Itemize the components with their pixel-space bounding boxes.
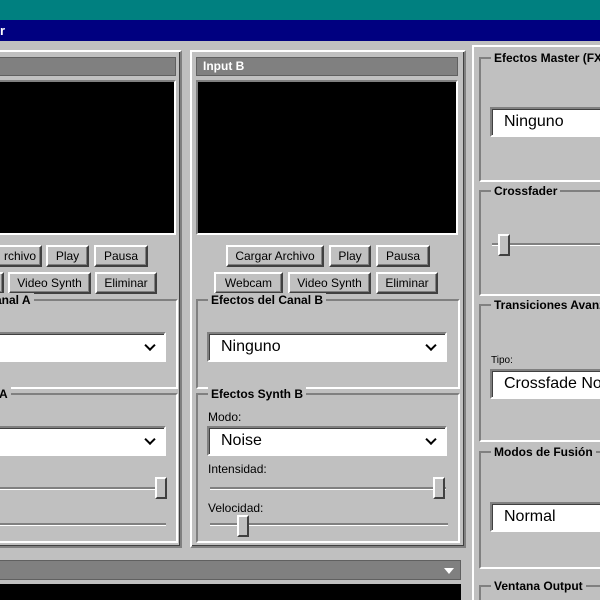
input-a-synth-title: A	[0, 387, 11, 401]
input-b-load-file-button[interactable]: Cargar Archivo	[226, 245, 324, 267]
chevron-down-icon	[425, 339, 437, 352]
chevron-down-icon	[144, 433, 156, 446]
input-b-play-button[interactable]: Play	[329, 245, 371, 267]
input-b-pause-button[interactable]: Pausa	[376, 245, 430, 267]
blend-mode-value: Normal	[504, 508, 556, 525]
window-title: r	[0, 23, 6, 38]
desktop-background	[0, 0, 600, 20]
master-fx-select[interactable]: Ninguno	[490, 107, 600, 137]
input-a-speed-track[interactable]	[0, 523, 166, 526]
transition-type-label: Tipo:	[491, 355, 513, 366]
input-b-mode-label: Modo:	[208, 410, 242, 424]
bottom-preview	[0, 584, 461, 600]
output-window-group: Ventana Output	[479, 579, 600, 600]
transitions-title: Transiciones Avanza	[491, 298, 600, 312]
input-b-intensity-track	[210, 487, 446, 490]
output-window-title: Ventana Output	[491, 579, 586, 593]
input-a-effects-title: anal A	[0, 293, 34, 307]
crossfader-title: Crossfader	[491, 184, 561, 198]
chevron-down-icon	[144, 339, 156, 352]
input-a-video-synth-button[interactable]: Video Synth	[8, 272, 91, 294]
window-title-bar: r	[0, 20, 600, 41]
input-a-header	[0, 57, 176, 76]
input-b-mode-select[interactable]: Noise	[207, 426, 447, 456]
input-b-remove-button[interactable]: Eliminar	[376, 272, 438, 294]
input-a-play-button[interactable]: Play	[46, 245, 89, 267]
chevron-down-icon	[425, 433, 437, 446]
bottom-dropdown-bar[interactable]	[0, 560, 461, 580]
input-a-intensity-slider-thumb[interactable]	[154, 477, 167, 499]
input-a-preview	[0, 80, 176, 235]
transition-type-value: Crossfade No	[504, 375, 600, 392]
input-b-header: Input B	[196, 57, 458, 76]
input-b-preview	[196, 80, 458, 235]
input-b-speed-slider-thumb[interactable]	[237, 515, 250, 537]
input-b-effects-select[interactable]: Ninguno	[207, 332, 447, 362]
master-fx-title: Efectos Master (FX)	[491, 51, 600, 65]
input-b-effects-title: Efectos del Canal B	[208, 293, 327, 307]
input-a-webcam-button[interactable]	[0, 272, 4, 294]
input-b-intensity-label: Intensidad:	[208, 462, 267, 476]
input-a-synth-group: A	[0, 387, 178, 543]
input-a-remove-button[interactable]: Eliminar	[95, 272, 157, 294]
crossfader-slider-thumb[interactable]	[497, 234, 510, 256]
input-b-mode-value: Noise	[221, 432, 262, 449]
input-a-effects-select[interactable]	[0, 332, 166, 362]
master-fx-value: Ninguno	[504, 113, 564, 130]
triangle-down-icon	[444, 568, 454, 574]
input-a-load-file-button[interactable]: rchivo	[0, 245, 42, 267]
input-b-speed-label: Velocidad:	[208, 501, 264, 515]
input-b-video-synth-button[interactable]: Video Synth	[288, 272, 371, 294]
input-b-webcam-button[interactable]: Webcam	[214, 272, 283, 294]
input-a-pause-button[interactable]: Pausa	[94, 245, 148, 267]
transition-type-select[interactable]: Crossfade No	[490, 369, 600, 399]
input-a-intensity-track	[0, 487, 160, 490]
blend-modes-title: Modos de Fusión	[491, 445, 596, 459]
input-b-synth-title: Efectos Synth B	[208, 387, 307, 401]
input-a-mode-select[interactable]	[0, 426, 166, 456]
input-b-intensity-slider-thumb[interactable]	[433, 477, 446, 499]
blend-mode-select[interactable]: Normal	[490, 502, 600, 532]
input-b-effects-value: Ninguno	[221, 338, 281, 355]
